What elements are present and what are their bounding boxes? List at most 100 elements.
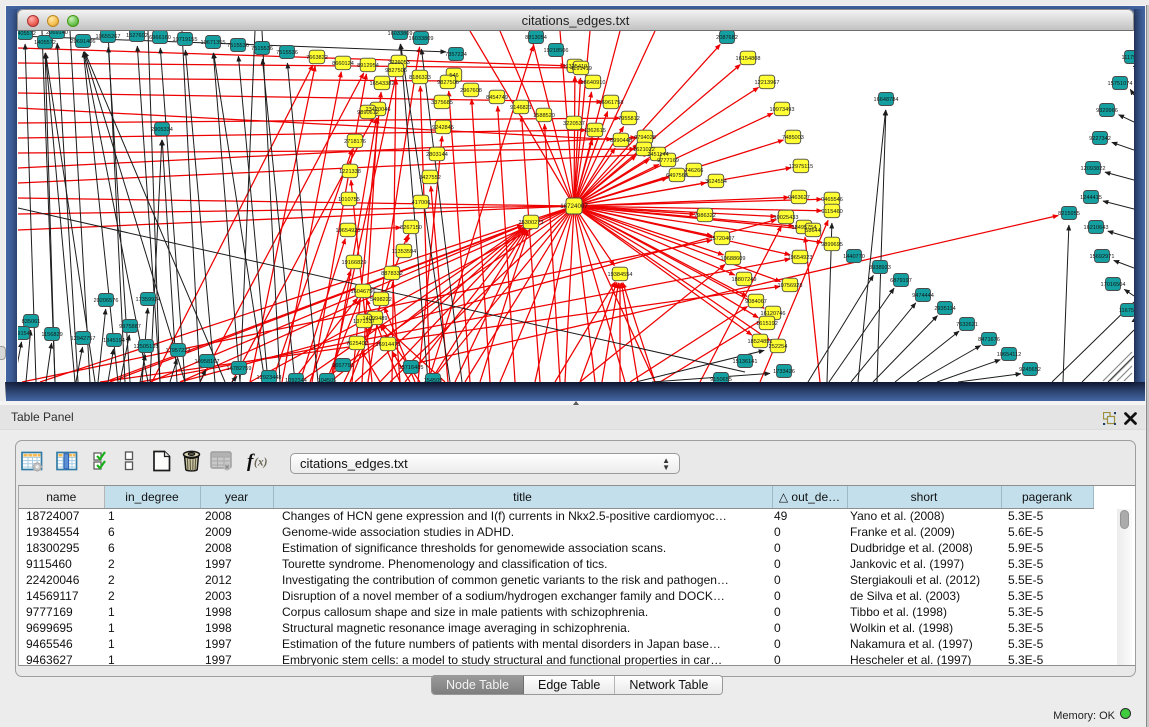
svg-text:8427552: 8427552 <box>419 175 441 181</box>
svg-text:9827503: 9827503 <box>385 68 407 74</box>
svg-text:16648784: 16648784 <box>874 97 899 103</box>
svg-text:7515536: 7515536 <box>276 50 298 56</box>
svg-text:10719155: 10719155 <box>173 37 198 43</box>
svg-text:6879197: 6879197 <box>890 278 912 284</box>
svg-text:1405572: 1405572 <box>34 40 56 46</box>
svg-text:15720407: 15720407 <box>710 236 735 242</box>
svg-text:15716485: 15716485 <box>399 365 424 371</box>
svg-text:6497568: 6497568 <box>666 173 688 179</box>
svg-text:835061: 835061 <box>22 319 41 325</box>
svg-text:9890612: 9890612 <box>357 110 379 116</box>
svg-text:1010755: 1010755 <box>338 197 360 203</box>
svg-text:19654925: 19654925 <box>336 228 361 234</box>
svg-text:1221338: 1221338 <box>339 169 361 175</box>
svg-text:18724007: 18724007 <box>560 203 588 210</box>
svg-text:12942757: 12942757 <box>71 336 96 342</box>
svg-text:8454749: 8454749 <box>486 95 508 101</box>
svg-text:10973493: 10973493 <box>770 107 795 113</box>
svg-text:39154: 39154 <box>18 331 30 337</box>
svg-text:3220537: 3220537 <box>563 121 585 127</box>
svg-text:16543382: 16543382 <box>370 81 395 87</box>
svg-text:12975115: 12975115 <box>789 164 813 170</box>
svg-text:16961758: 16961758 <box>599 100 624 106</box>
svg-text:3226053: 3226053 <box>388 60 410 66</box>
svg-text:18640910: 18640910 <box>581 80 606 86</box>
svg-text:10655267: 10655267 <box>96 34 121 40</box>
svg-text:1371337: 1371337 <box>353 319 375 325</box>
svg-text:8660124: 8660124 <box>332 61 354 67</box>
svg-text:9827506: 9827506 <box>437 80 459 86</box>
svg-text:8186323: 8186323 <box>409 75 431 81</box>
svg-text:7485003: 7485003 <box>782 135 804 141</box>
svg-text:9465546: 9465546 <box>821 197 843 203</box>
svg-text:19218506: 19218506 <box>544 48 569 54</box>
svg-text:3375685: 3375685 <box>431 100 453 106</box>
svg-text:16120746: 16120746 <box>761 311 786 317</box>
svg-text:2087682: 2087682 <box>716 35 738 41</box>
svg-text:1733426: 1733426 <box>773 369 795 375</box>
svg-text:10756928: 10756928 <box>778 283 803 289</box>
svg-text:58644: 58644 <box>805 228 821 234</box>
svg-text:8912954: 8912954 <box>357 63 379 69</box>
svg-text:9115460: 9115460 <box>821 209 842 215</box>
svg-text:9227342: 9227342 <box>1089 136 1111 142</box>
svg-text:8990448: 8990448 <box>610 138 632 144</box>
svg-text:9329966: 9329966 <box>1096 108 1118 114</box>
svg-text:10654112: 10654112 <box>997 352 1021 358</box>
svg-text:6794028: 6794028 <box>634 135 656 141</box>
svg-text:1244415: 1244415 <box>1080 195 1102 201</box>
svg-text:1156829: 1156829 <box>41 332 62 338</box>
svg-text:9899695: 9899695 <box>821 242 843 248</box>
svg-text:17359924: 17359924 <box>136 297 161 303</box>
svg-text:546: 546 <box>449 73 458 79</box>
svg-text:7986322: 7986322 <box>694 213 716 219</box>
svg-text:20691406: 20691406 <box>71 39 96 45</box>
svg-text:11353594: 11353594 <box>392 249 416 255</box>
svg-text:8471676: 8471676 <box>978 337 1000 343</box>
svg-text:8878332: 8878332 <box>381 271 403 277</box>
svg-text:7625402: 7625402 <box>346 341 368 347</box>
svg-text:15692971: 15692971 <box>1090 254 1115 260</box>
svg-text:2803144: 2803144 <box>426 152 448 158</box>
svg-text:16782759: 16782759 <box>227 366 252 372</box>
svg-text:1117536: 1117536 <box>1122 55 1134 61</box>
svg-text:17016504: 17016504 <box>1101 282 1126 288</box>
svg-text:9474444: 9474444 <box>912 293 934 299</box>
svg-text:16046756: 16046756 <box>351 289 376 295</box>
svg-text:417006: 417006 <box>412 200 431 206</box>
svg-text:1362615: 1362615 <box>584 128 606 134</box>
svg-text:1440770: 1440770 <box>843 254 865 260</box>
svg-text:12923448: 12923448 <box>257 375 282 381</box>
svg-text:17957223: 17957223 <box>166 348 191 354</box>
svg-text:8215955: 8215955 <box>1058 211 1080 217</box>
svg-text:25300273: 25300273 <box>519 220 544 226</box>
svg-text:6966160: 6966160 <box>149 35 171 41</box>
svg-text:2905334: 2905334 <box>151 127 173 133</box>
svg-text:9463627: 9463627 <box>788 195 810 201</box>
svg-text:15136141: 15136141 <box>733 359 758 365</box>
svg-text:5498222: 5498222 <box>370 297 392 303</box>
svg-text:154505: 154505 <box>424 378 443 382</box>
svg-text:15751074: 15751074 <box>1108 81 1133 87</box>
svg-text:7515536: 7515536 <box>251 46 273 52</box>
svg-text:18807249: 18807249 <box>732 277 757 283</box>
svg-text:9146821: 9146821 <box>510 105 532 111</box>
svg-text:16210643: 16210643 <box>1084 225 1109 231</box>
svg-text:1092344: 1092344 <box>285 378 307 382</box>
svg-text:1588520: 1588520 <box>533 113 555 119</box>
svg-text:16033809: 16033809 <box>409 36 434 42</box>
svg-text:19384554: 19384554 <box>608 272 633 278</box>
svg-text:2718176: 2718176 <box>344 139 366 145</box>
svg-text:10958107: 10958107 <box>195 359 220 365</box>
svg-text:2069140: 2069140 <box>46 31 68 36</box>
svg-text:7663822: 7663822 <box>306 55 328 61</box>
svg-text:8267150: 8267150 <box>400 225 422 231</box>
svg-text:12213967: 12213967 <box>755 80 780 86</box>
svg-text:2967608: 2967608 <box>460 88 482 94</box>
svg-text:7515536: 7515536 <box>227 43 249 49</box>
svg-text:12093822: 12093822 <box>1081 166 1106 172</box>
svg-text:9245652: 9245652 <box>1019 367 1041 373</box>
svg-text:9975887: 9975887 <box>119 324 141 330</box>
svg-text:9242845: 9242845 <box>432 125 454 131</box>
svg-text:9084067: 9084067 <box>745 299 767 305</box>
